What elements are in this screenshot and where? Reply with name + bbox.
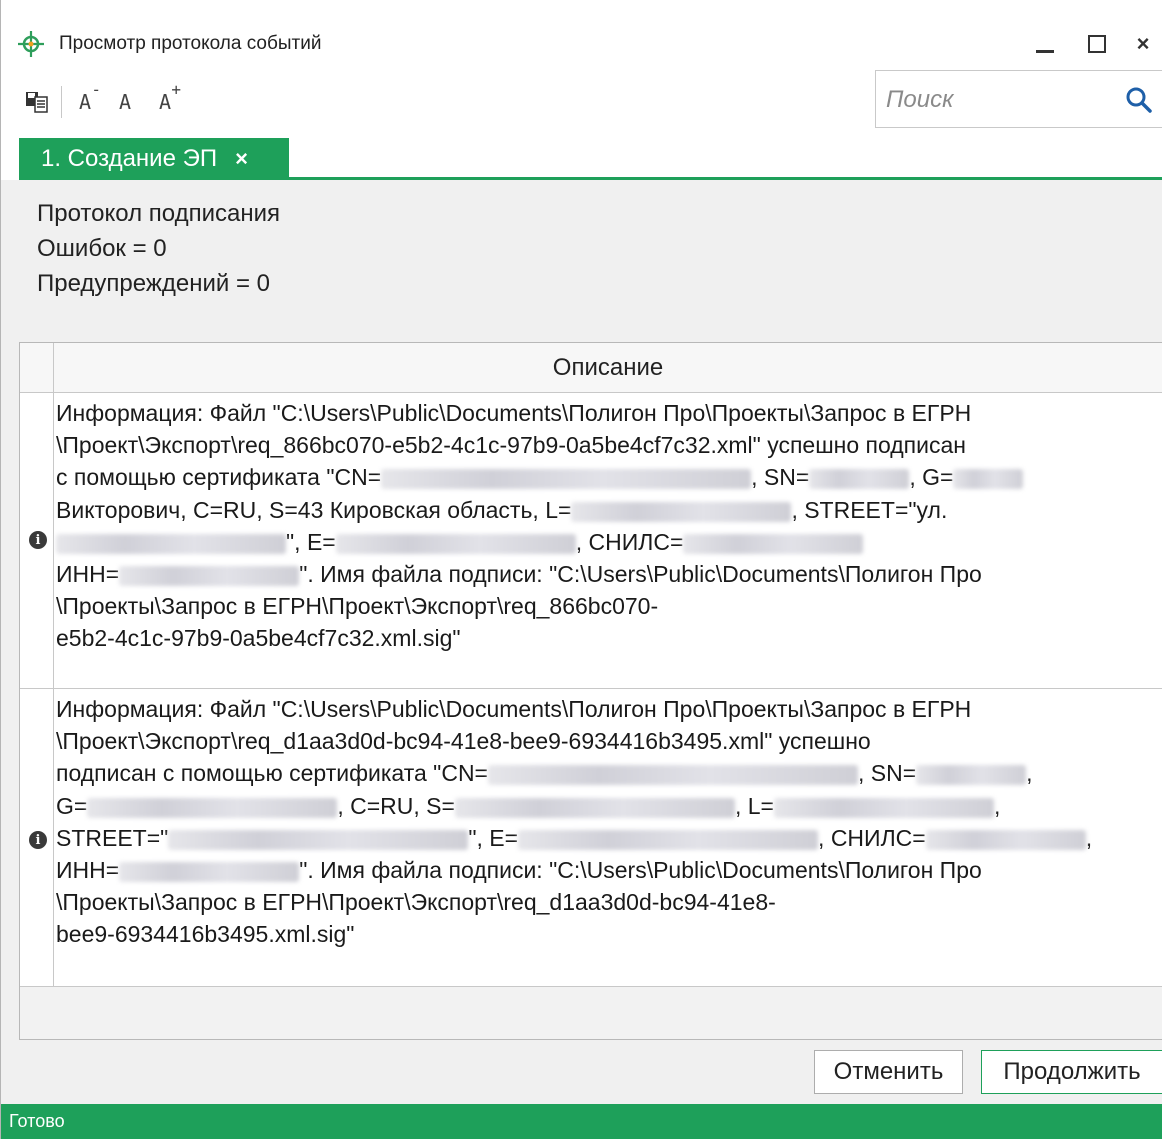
tab-underline	[19, 177, 1162, 180]
save-log-button[interactable]	[21, 86, 53, 118]
message-line: G=, C=RU, S=, L=,	[56, 792, 1001, 819]
message-line: ИНН= ". Имя файла подписи: "C:\Users\Publ…	[56, 857, 982, 884]
grid-footer	[20, 987, 1162, 1039]
redacted-text	[683, 533, 864, 554]
row-gutter: i	[20, 689, 54, 986]
message-line: bee9-6934416b3495.xml.sig"	[56, 921, 355, 948]
message-line: \Проекты\Запрос в ЕГРН\Проект\Экспорт\re…	[56, 593, 659, 620]
message-line: ИНН= ". Имя файла подписи: "C:\Users\Publ…	[56, 561, 982, 588]
redacted-text	[773, 797, 994, 818]
maximize-icon	[1088, 35, 1106, 53]
minimize-icon	[1036, 49, 1054, 53]
status-bar: Готово	[1, 1104, 1162, 1139]
message-line: Викторович, C=RU, S=43 Кировская область…	[56, 496, 948, 523]
search-input[interactable]	[886, 85, 1116, 115]
maximize-button[interactable]	[1077, 24, 1117, 64]
minimize-button[interactable]	[1025, 24, 1065, 64]
redacted-text	[809, 469, 910, 490]
font-decrease-button[interactable]: A-	[69, 80, 102, 118]
status-text: Готово	[9, 1111, 65, 1131]
font-decrease-icon: A-	[78, 80, 102, 114]
search-icon[interactable]	[1124, 85, 1154, 115]
continue-button[interactable]: Продолжить	[981, 1050, 1162, 1094]
message-line: ", E=, СНИЛС=	[56, 526, 1160, 558]
summary-errors: Ошибок = 0	[37, 235, 167, 262]
title-bar: Просмотр протокола событий ×	[1, 0, 1162, 80]
message-line: \Проект\Экспорт\req_d1aa3d0d-bc94-41e8-b…	[56, 728, 871, 755]
toolbar-separator	[61, 86, 62, 118]
row-message: Информация: Файл "C:\Users\Public\Docume…	[56, 397, 1160, 655]
font-increase-icon: A +	[158, 80, 182, 114]
info-icon: i	[29, 831, 47, 849]
message-line: Информация: Файл "C:\Users\Public\Docume…	[56, 400, 972, 426]
redacted-text	[87, 797, 338, 818]
message-line: STREET=" ", E=, СНИЛС=,	[56, 824, 1093, 851]
redacted-text	[518, 829, 819, 850]
font-increase-button[interactable]: A +	[149, 80, 182, 118]
row-message: Информация: Файл "C:\Users\Public\Docume…	[56, 693, 1160, 951]
grid-header: Описание	[20, 343, 1162, 393]
message-line: \Проект\Экспорт\req_866bc070-e5b2-4c1c-9…	[56, 432, 966, 459]
message-line: подписан с помощью сертификата "CN=, SN=…	[56, 760, 1033, 787]
tab-strip: 1. Создание ЭП ×	[1, 130, 1162, 180]
redacted-text	[119, 861, 300, 882]
summary-title: Протокол подписания	[37, 200, 280, 227]
tab-label: 1. Создание ЭП	[41, 145, 218, 172]
message-line: \Проекты\Запрос в ЕГРН\Проект\Экспорт\re…	[56, 889, 776, 916]
close-icon: ×	[1136, 31, 1150, 56]
message-line: Информация: Файл "C:\Users\Public\Docume…	[56, 696, 972, 722]
font-normal-button[interactable]: A	[109, 86, 141, 118]
redacted-text	[571, 501, 792, 522]
search-box	[875, 70, 1162, 128]
redacted-text	[335, 533, 576, 554]
window-title: Просмотр протокола событий	[59, 33, 322, 54]
redacted-text	[916, 765, 1027, 786]
redacted-text	[454, 797, 735, 818]
close-button[interactable]: ×	[1123, 24, 1162, 64]
row-gutter: i	[20, 393, 54, 688]
message-line: с помощью сертификата "CN=, SN=, G=	[56, 461, 1160, 493]
redacted-text	[56, 533, 286, 554]
app-icon	[18, 31, 44, 57]
tab-create-signature[interactable]: 1. Создание ЭП ×	[19, 138, 289, 180]
message-line: e5b2-4c1c-97b9-0a5be4cf7c32.xml.sig"	[56, 625, 461, 652]
redacted-text	[925, 829, 1086, 850]
redacted-text	[119, 565, 300, 586]
column-header-description[interactable]: Описание	[54, 343, 1162, 393]
grid-header-gutter	[20, 343, 54, 393]
redacted-text	[168, 829, 469, 850]
redacted-text	[488, 765, 858, 786]
save-icon	[26, 92, 48, 113]
tab-close-icon[interactable]: ×	[235, 146, 248, 172]
redacted-text	[381, 469, 752, 490]
info-icon: i	[29, 531, 47, 549]
table-row[interactable]: i Информация: Файл "C:\Users\Public\Docu…	[20, 393, 1162, 689]
cancel-button[interactable]: Отменить	[814, 1050, 963, 1094]
summary-warnings: Предупреждений = 0	[37, 270, 271, 297]
font-normal-icon: A	[118, 90, 132, 114]
event-log-window: Просмотр протокола событий × A- A A + По…	[0, 0, 1162, 1139]
redacted-text	[953, 469, 1024, 490]
table-row[interactable]: i Информация: Файл "C:\Users\Public\Docu…	[20, 689, 1162, 987]
events-grid[interactable]: Описание i Информация: Файл "C:\Users\Pu…	[19, 342, 1162, 1040]
log-summary: Протокол подписания Ошибок = 0 Предупреж…	[37, 196, 280, 301]
